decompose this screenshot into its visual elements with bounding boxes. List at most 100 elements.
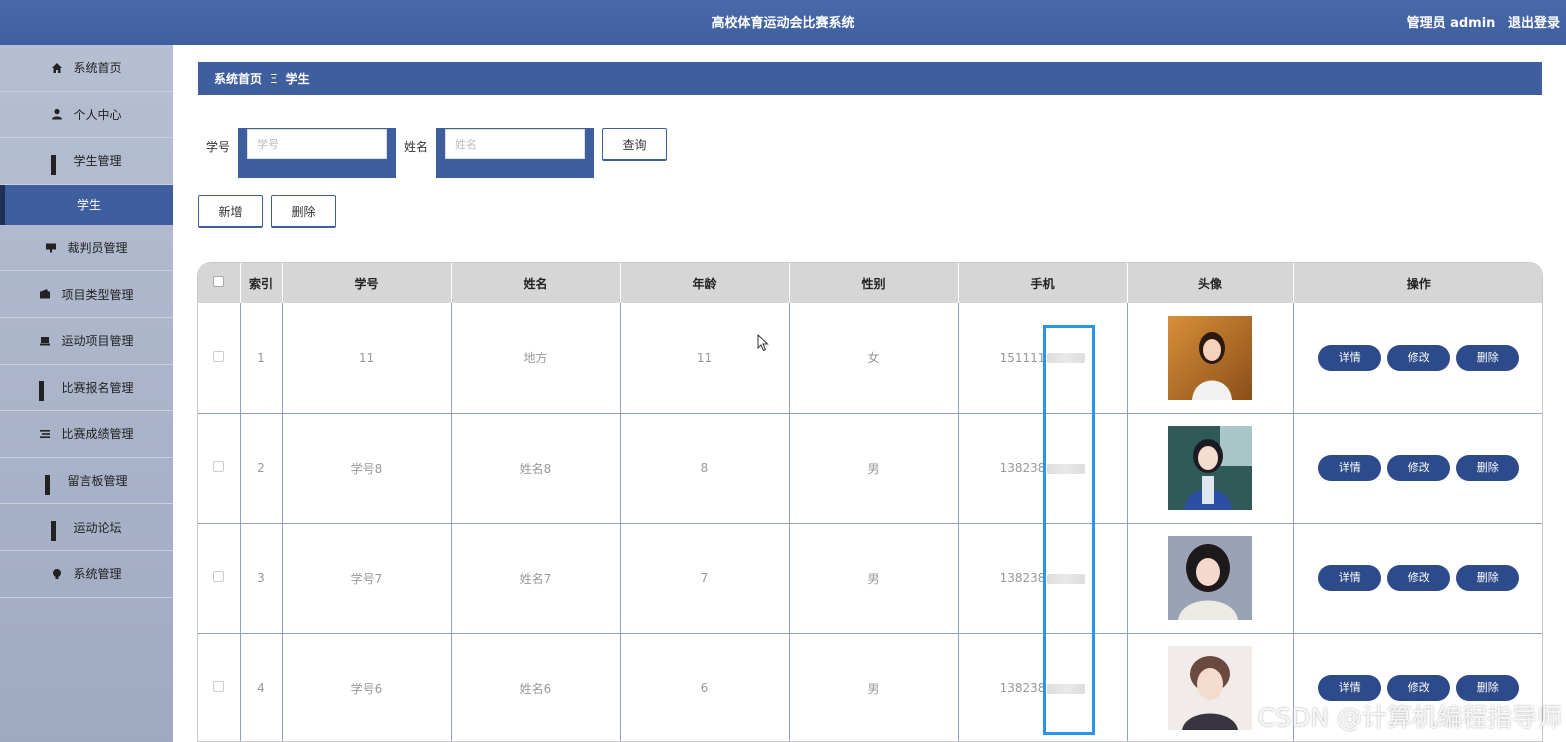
add-button[interactable]: 新增 [198, 195, 263, 228]
column-header: 学号 [282, 263, 452, 303]
detail-button[interactable]: 详情 [1318, 565, 1382, 591]
avatar-cell [1127, 303, 1294, 414]
operations-cell: 详情 修改 删除 [1293, 303, 1542, 414]
sidebar-item-label: 裁判员管理 [67, 241, 128, 256]
delete-button[interactable]: 删除 [1456, 344, 1520, 371]
sidebar-item-registration-management[interactable]: 比赛报名管理 [0, 365, 173, 412]
student-no-cell: 学号8 [282, 413, 452, 524]
phone-text: 138238 [999, 681, 1046, 695]
top-right-user-area: 管理员 admin 退出登录 [1399, 12, 1560, 31]
laptop-icon [39, 335, 51, 347]
sidebar-subitem-student[interactable]: 学生 [0, 184, 173, 225]
sidebar-item-profile[interactable]: 个人中心 [0, 92, 173, 139]
student-no-cell: 学号7 [282, 523, 452, 634]
row-checkbox[interactable] [213, 571, 225, 582]
sidebar-item-sport-event-management[interactable]: 运动项目管理 [0, 318, 173, 365]
gender-cell: 男 [789, 633, 959, 741]
phone-mask [1047, 463, 1086, 474]
row-select-cell [198, 633, 241, 741]
edit-button[interactable]: 修改 [1387, 455, 1451, 481]
home-icon [51, 62, 63, 74]
query-button[interactable]: 查询 [602, 128, 667, 161]
delete-button[interactable]: 删除 [1456, 455, 1520, 481]
detail-button[interactable]: 详情 [1318, 455, 1382, 481]
index-cell: 2 [240, 413, 283, 524]
phone-cell: 151111 [958, 303, 1128, 414]
name-cell: 地方 [451, 303, 621, 414]
gender-cell: 女 [789, 303, 959, 414]
breadcrumb-home[interactable]: 系统首页 [214, 70, 262, 87]
student-no-cell: 学号6 [282, 633, 452, 741]
index-cell: 3 [240, 523, 283, 634]
name-field-wrapper [436, 128, 594, 178]
select-all-checkbox[interactable] [213, 276, 225, 287]
phone-cell: 138238 [958, 523, 1128, 634]
breadcrumb: 系统首页 Ξ 学生 [198, 62, 1542, 95]
avatar-image [1168, 315, 1252, 400]
sidebar-item-label: 学生 [76, 198, 101, 213]
select-all-cell [198, 263, 241, 303]
phone-text: 138238 [999, 571, 1046, 585]
table-row: 3 学号7 姓名7 7 男 138238 详情 修改 删除 [198, 523, 1542, 634]
user-icon [51, 108, 63, 120]
grid-icon [51, 154, 63, 175]
row-select-cell [198, 523, 241, 634]
sidebar-item-results-management[interactable]: 比赛成绩管理 [0, 411, 173, 458]
gender-cell: 男 [789, 413, 959, 524]
logout-link[interactable]: 退出登录 [1508, 16, 1560, 31]
bulb-icon [51, 568, 63, 580]
app-title: 高校体育运动会比赛系统 [711, 16, 855, 31]
student-no-label: 学号 [206, 140, 231, 154]
operations-cell: 详情 修改 删除 [1293, 413, 1542, 524]
sidebar-item-sports-forum[interactable]: 运动论坛 [0, 504, 173, 551]
detail-button[interactable]: 详情 [1318, 344, 1382, 371]
phone-mask [1047, 683, 1086, 694]
sidebar-item-label: 学生管理 [73, 154, 122, 169]
column-header: 索引 [240, 263, 283, 303]
breadcrumb-current: 学生 [285, 72, 310, 86]
avatar-cell [1127, 413, 1294, 524]
sidebar-item-label: 运动项目管理 [61, 334, 134, 349]
sidebar-item-label: 比赛报名管理 [61, 380, 134, 395]
sidebar-item-referee-management[interactable]: 裁判员管理 [0, 225, 173, 272]
row-checkbox[interactable] [213, 461, 225, 472]
sidebar-item-label: 运动论坛 [73, 520, 122, 535]
grid-icon [45, 474, 57, 495]
row-checkbox[interactable] [213, 350, 225, 362]
sidebar-item-student-management[interactable]: 学生管理 [0, 138, 173, 185]
sidebar-item-message-board-management[interactable]: 留言板管理 [0, 458, 173, 505]
avatar-image [1168, 426, 1252, 510]
sidebar-item-label: 留言板管理 [67, 474, 128, 489]
edit-button[interactable]: 修改 [1387, 344, 1451, 371]
name-cell: 姓名7 [451, 523, 621, 634]
batch-delete-button[interactable]: 删除 [271, 195, 336, 228]
index-cell: 4 [240, 633, 283, 741]
avatar-cell [1127, 523, 1294, 634]
name-cell: 姓名8 [451, 413, 621, 524]
current-user: 管理员 admin [1406, 16, 1496, 31]
column-header: 手机 [958, 263, 1128, 303]
table-header-row: 索引 学号 姓名 年龄 性别 手机 头像 操作 [198, 263, 1542, 303]
phone-cell: 138238 [958, 413, 1128, 524]
name-label: 姓名 [404, 140, 429, 154]
sidebar-item-event-type-management[interactable]: 项目类型管理 [0, 271, 173, 318]
operations-cell: 详情 修改 删除 [1293, 523, 1542, 634]
student-no-input[interactable] [247, 129, 387, 159]
name-input[interactable] [445, 129, 585, 159]
row-checkbox[interactable] [213, 681, 225, 692]
row-select-cell [198, 413, 241, 524]
watermark: CSDN @计算机编程指导师 [1257, 703, 1562, 732]
edit-button[interactable]: 修改 [1387, 565, 1451, 591]
name-cell: 姓名6 [451, 633, 621, 741]
phone-mask [1047, 573, 1086, 584]
sidebar-item-system-management[interactable]: 系统管理 [0, 551, 173, 598]
column-header: 姓名 [451, 263, 621, 303]
age-cell: 11 [620, 303, 790, 414]
delete-button[interactable]: 删除 [1456, 565, 1520, 591]
sidebar-item-label: 项目类型管理 [61, 287, 134, 302]
sidebar: 系统首页 个人中心 学生管理 学生 裁判员管理 项目类型管理 运动项目管理 比赛… [0, 45, 173, 742]
sidebar-item-home[interactable]: 系统首页 [0, 45, 173, 92]
table-row: 1 11 地方 11 女 151111 详情修改 删除 [198, 303, 1542, 414]
avatar-image [1168, 536, 1252, 620]
column-header: 年龄 [620, 263, 790, 303]
